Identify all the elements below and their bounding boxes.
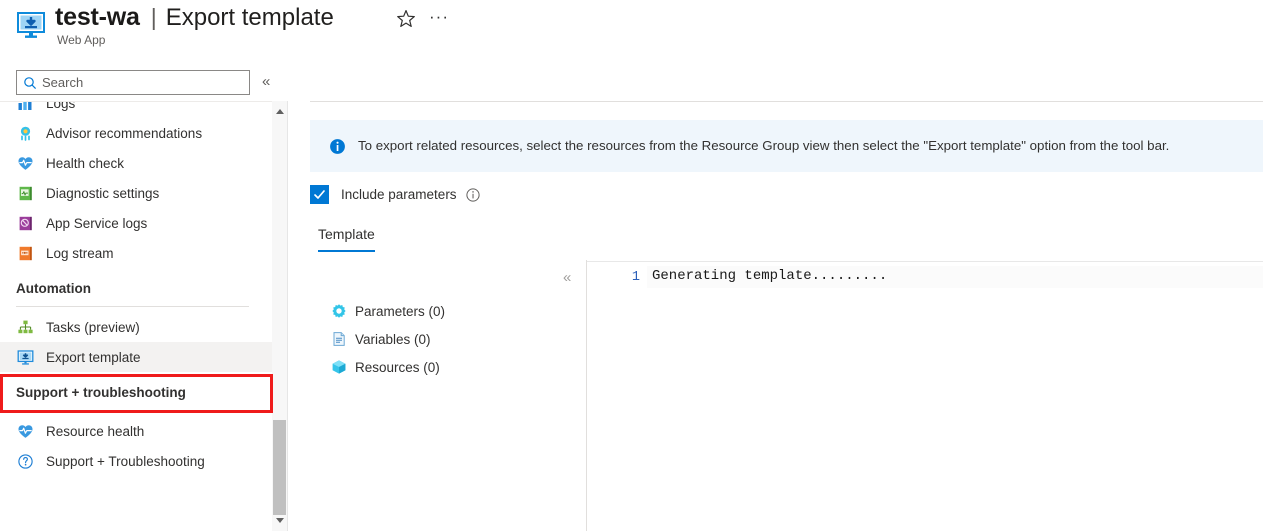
include-parameters-checkbox[interactable] xyxy=(310,185,329,204)
resource-nav-sidebar: Logs Advisor recommendations Health chec… xyxy=(0,101,272,532)
search-icon xyxy=(24,76,37,89)
info-outline-icon[interactable] xyxy=(465,187,480,202)
content-divider xyxy=(310,101,1263,102)
health-heart-icon xyxy=(16,154,34,172)
sidebar-item-label: App Service logs xyxy=(46,215,148,231)
template-code-editor[interactable]: 1 Generating template......... xyxy=(587,261,1263,531)
logs-icon xyxy=(16,102,34,112)
code-line: 1 Generating template......... xyxy=(587,266,1263,288)
log-stream-icon xyxy=(16,244,34,262)
tree-item-parameters[interactable]: Parameters (0) xyxy=(330,300,550,322)
sidebar-item-label: Tasks (preview) xyxy=(46,319,140,335)
resource-type-subtitle: Web App xyxy=(57,33,106,47)
sidebar-item-log-stream[interactable]: Log stream xyxy=(0,238,272,268)
scrollbar-thumb[interactable] xyxy=(273,420,286,515)
info-banner: To export related resources, select the … xyxy=(310,120,1263,172)
sidebar-item-diagnostic-settings[interactable]: Diagnostic settings xyxy=(0,178,272,208)
tab-template[interactable]: Template xyxy=(318,226,375,252)
sidebar-section-title: Automation xyxy=(16,281,91,296)
info-banner-text: To export related resources, select the … xyxy=(358,138,1170,153)
sidebar-item-support-troubleshooting[interactable]: Support + Troubleshooting xyxy=(0,446,272,476)
tree-item-variables[interactable]: Variables (0) xyxy=(330,328,550,350)
sidebar-item-advisor-recommendations[interactable]: Advisor recommendations xyxy=(0,118,272,148)
diagnostic-book-icon xyxy=(16,184,34,202)
checkmark-icon xyxy=(314,190,325,199)
sidebar-item-tasks-preview[interactable]: Tasks (preview) xyxy=(0,312,272,342)
sidebar-item-app-service-logs[interactable]: App Service logs xyxy=(0,208,272,238)
info-circle-icon xyxy=(330,138,345,154)
export-template-monitor-icon xyxy=(16,10,46,40)
tree-item-resources[interactable]: Resources (0) xyxy=(330,356,550,378)
sidebar-section-automation: Automation xyxy=(0,268,272,301)
line-number: 1 xyxy=(631,269,640,285)
sidebar-item-label: Support + Troubleshooting xyxy=(46,453,205,469)
sidebar-item-label: Log stream xyxy=(46,245,114,261)
sidebar-item-label: Logs xyxy=(46,101,76,111)
sidebar-item-health-check[interactable]: Health check xyxy=(0,148,272,178)
sidebar-item-label: Health check xyxy=(46,155,125,171)
search-input[interactable] xyxy=(37,75,249,90)
collapse-editor-button[interactable]: « xyxy=(563,270,571,286)
health-heart-icon xyxy=(16,422,34,440)
include-parameters-row: Include parameters xyxy=(310,185,480,204)
template-tree-panel: Parameters (0) Variables (0) Resources (… xyxy=(330,300,550,384)
sidebar-scrollbar[interactable] xyxy=(272,101,288,531)
tree-item-label: Parameters (0) xyxy=(355,303,446,319)
sidebar-item-label: Diagnostic settings xyxy=(46,185,160,201)
sidebar-section-title: Support + troubleshooting xyxy=(16,385,186,400)
code-content[interactable]: Generating template......... xyxy=(647,266,1263,288)
sidebar-item-logs[interactable]: Logs xyxy=(0,101,272,118)
scroll-up-arrow-icon[interactable] xyxy=(272,103,288,120)
sidebar-item-label: Export template xyxy=(46,349,141,365)
tab-bar: Template xyxy=(318,226,375,252)
app-service-logs-icon xyxy=(16,214,34,232)
resources-cube-icon xyxy=(330,359,347,376)
editor-top-border xyxy=(587,261,1263,262)
sidebar-divider xyxy=(16,306,249,307)
tasks-hierarchy-icon xyxy=(16,318,34,336)
tree-item-label: Resources (0) xyxy=(355,359,440,375)
title-separator: | xyxy=(150,4,157,30)
variables-document-icon xyxy=(330,331,347,348)
search-box[interactable] xyxy=(16,70,250,95)
sidebar-item-label: Advisor recommendations xyxy=(46,125,203,141)
sidebar-item-resource-health[interactable]: Resource health xyxy=(0,416,272,446)
sidebar-divider xyxy=(16,410,249,411)
collapse-sidebar-button[interactable]: « xyxy=(262,73,270,91)
sidebar-item-export-template[interactable]: Export template xyxy=(0,342,272,372)
question-circle-icon xyxy=(16,452,34,470)
sidebar-item-label: Resource health xyxy=(46,423,145,439)
tree-item-label: Variables (0) xyxy=(355,331,431,347)
parameters-gear-icon xyxy=(330,303,347,320)
include-parameters-label: Include parameters xyxy=(341,187,457,202)
export-template-monitor-icon xyxy=(16,348,34,366)
sidebar-section-support-troubleshooting: Support + troubleshooting xyxy=(0,372,272,405)
scroll-down-arrow-icon[interactable] xyxy=(272,512,288,529)
resource-name: test-wa xyxy=(55,3,140,31)
advisor-icon xyxy=(16,124,34,142)
